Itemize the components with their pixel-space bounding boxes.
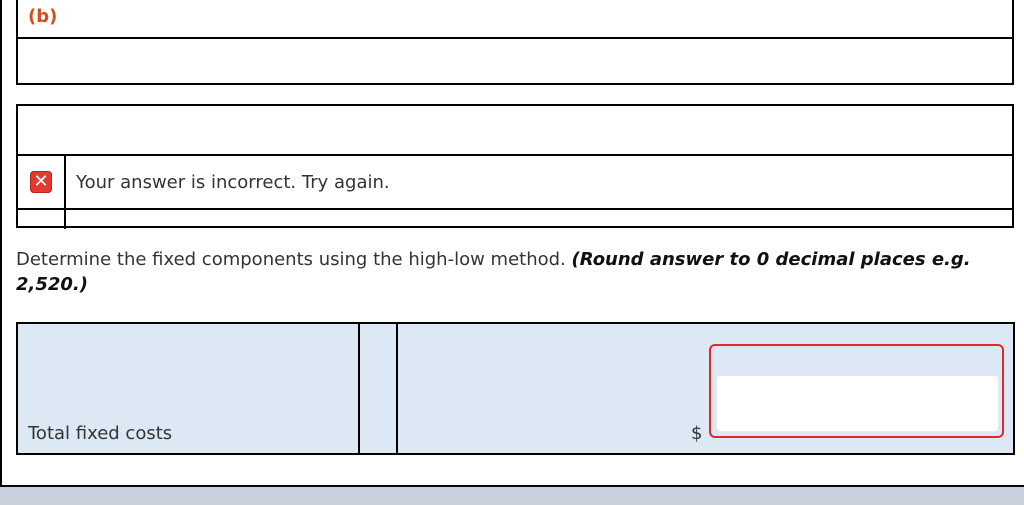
feedback-bottom-cell xyxy=(18,210,66,229)
instruction-main: Determine the fixed components using the… xyxy=(16,249,572,270)
label-column: Total fixed costs xyxy=(18,324,360,453)
feedback-row: ✕ Your answer is incorrect. Try again. xyxy=(18,156,1012,210)
question-page: (b) ✕ Your answer is incorrect. Try agai… xyxy=(0,0,1024,487)
feedback-box: ✕ Your answer is incorrect. Try again. xyxy=(16,104,1014,229)
feedback-icon-cell: ✕ xyxy=(18,156,66,208)
spacer-column xyxy=(358,324,398,453)
feedback-bottom-row xyxy=(18,210,1012,229)
currency-symbol: $ xyxy=(691,423,703,444)
total-fixed-costs-input[interactable] xyxy=(716,375,999,432)
answer-table: Total fixed costs $ xyxy=(16,322,1015,455)
error-x-icon: ✕ xyxy=(30,171,52,193)
part-b-empty-row xyxy=(16,37,1014,85)
instruction-text: Determine the fixed components using the… xyxy=(16,247,1006,297)
total-fixed-costs-label: Total fixed costs xyxy=(28,423,173,444)
part-b-header-box xyxy=(16,0,1014,39)
feedback-message: Your answer is incorrect. Try again. xyxy=(76,171,390,193)
answer-input-error-outline xyxy=(709,344,1004,438)
feedback-spacer-row xyxy=(18,106,1012,156)
